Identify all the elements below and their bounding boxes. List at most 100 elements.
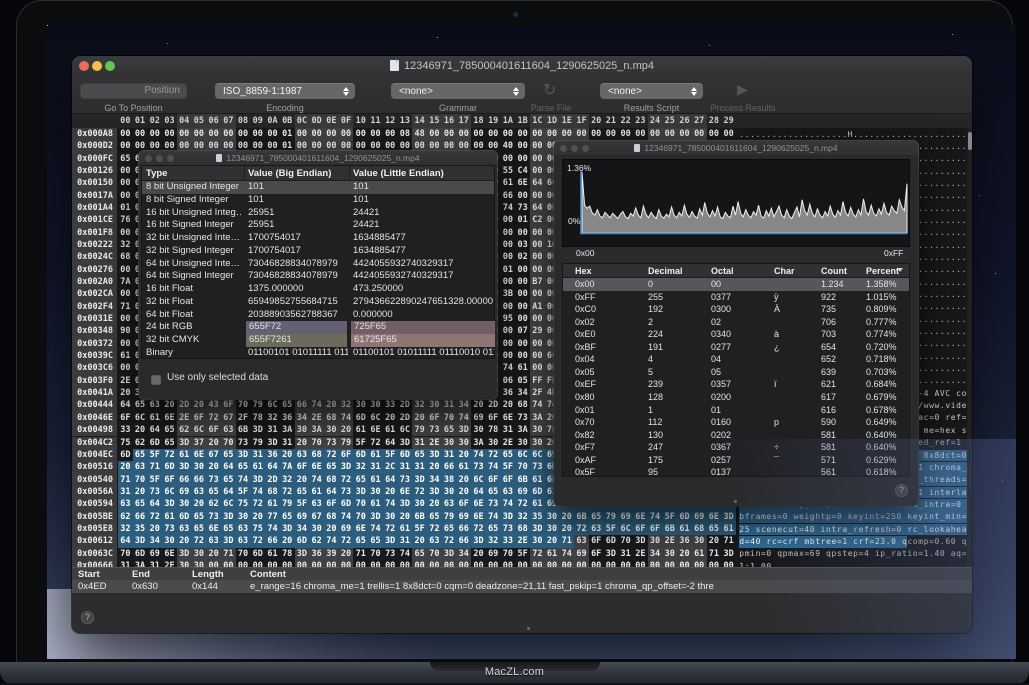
hex-byte[interactable]: 62: [309, 535, 324, 547]
hex-byte[interactable]: 61: [721, 523, 736, 535]
ascii-char[interactable]: 0: [940, 548, 945, 560]
ascii-char[interactable]: [772, 462, 777, 474]
ascii-char[interactable]: t: [934, 499, 939, 511]
hex-byte[interactable]: 65: [427, 511, 442, 523]
inspector-row[interactable]: 16 bit Float1375.000000473.250000: [142, 283, 494, 296]
ascii-char[interactable]: 2: [885, 511, 890, 523]
ascii-char[interactable]: a: [945, 474, 950, 486]
hex-byte[interactable]: 65: [162, 424, 177, 436]
ascii-char[interactable]: .: [950, 561, 955, 567]
hex-byte[interactable]: 00: [501, 128, 516, 140]
hex-byte[interactable]: 65: [192, 523, 207, 535]
hex-byte[interactable]: 20: [383, 486, 398, 498]
hex-byte[interactable]: 79: [280, 498, 295, 510]
ascii-char[interactable]: 0: [766, 548, 771, 560]
hex-byte[interactable]: 38: [648, 449, 663, 461]
use-selected-data-checkbox[interactable]: [151, 375, 161, 385]
hex-byte[interactable]: 20: [206, 548, 221, 560]
hex-byte[interactable]: 33: [383, 399, 398, 411]
ascii-pane[interactable]: cqm=0 deadzone=21,11 fast_pskip=1 chroma…: [739, 461, 967, 473]
ascii-char[interactable]: 0: [961, 450, 966, 462]
ascii-char[interactable]: t: [902, 548, 907, 560]
hex-byte[interactable]: 3D: [221, 511, 236, 523]
hex-byte[interactable]: 79: [339, 437, 354, 449]
hex-byte[interactable]: 00: [383, 560, 398, 567]
ascii-char[interactable]: .: [875, 561, 880, 567]
ascii-char[interactable]: .: [929, 561, 934, 567]
ascii-char[interactable]: m: [902, 437, 907, 449]
hex-byte[interactable]: 00: [118, 190, 133, 202]
ascii-char[interactable]: r: [799, 487, 804, 499]
ascii-char[interactable]: 0: [896, 524, 901, 536]
hex-byte[interactable]: 6F: [589, 548, 604, 560]
ascii-char[interactable]: [864, 474, 869, 486]
ascii-pane[interactable]: 1 sliced_threads=0 nr=0 decimate=1 inter…: [739, 486, 967, 498]
scrollbar-thumb[interactable]: [968, 132, 972, 150]
inspector-row[interactable]: Binary01100101 01011111 011101100101 010…: [142, 347, 494, 360]
ascii-char[interactable]: c: [772, 536, 777, 548]
hex-byte[interactable]: 00: [427, 560, 442, 567]
hist-col-hex[interactable]: Hex: [575, 264, 592, 278]
hex-byte[interactable]: 61: [177, 449, 192, 461]
hex-byte[interactable]: 20: [545, 535, 560, 547]
ascii-char[interactable]: q: [956, 548, 961, 560]
ascii-char[interactable]: =: [913, 487, 918, 499]
ascii-char[interactable]: 1: [956, 437, 961, 449]
ascii-char[interactable]: i: [907, 548, 912, 560]
ascii-char[interactable]: .: [961, 240, 966, 252]
panel-resize-grip-icon[interactable]: [734, 500, 737, 503]
ascii-char[interactable]: e: [875, 524, 880, 536]
hex-byte[interactable]: 61: [721, 486, 736, 498]
ascii-char[interactable]: e: [913, 511, 918, 523]
hex-byte[interactable]: 20: [677, 548, 692, 560]
ascii-char[interactable]: .: [826, 561, 831, 567]
hex-byte[interactable]: 6F: [677, 461, 692, 473]
hex-byte[interactable]: 79: [250, 399, 265, 411]
ascii-char[interactable]: n: [809, 462, 814, 474]
ascii-char[interactable]: s: [772, 474, 777, 486]
hex-byte[interactable]: 66: [456, 535, 471, 547]
hex-byte[interactable]: 6B: [662, 523, 677, 535]
ascii-char[interactable]: o: [815, 499, 820, 511]
hex-byte[interactable]: 72: [471, 523, 486, 535]
hex-byte[interactable]: 64: [471, 486, 486, 498]
hex-byte[interactable]: 00: [118, 288, 133, 300]
hex-byte[interactable]: 6F: [162, 474, 177, 486]
ascii-char[interactable]: 4: [934, 548, 939, 560]
hex-byte[interactable]: 05: [515, 375, 530, 387]
ascii-char[interactable]: t: [869, 450, 874, 462]
ascii-char[interactable]: [804, 474, 809, 486]
hist-col-count[interactable]: Count: [821, 264, 847, 278]
ascii-char[interactable]: a: [831, 450, 836, 462]
ascii-char[interactable]: t: [875, 511, 880, 523]
ascii-char[interactable]: 2: [875, 536, 880, 548]
hex-byte[interactable]: 20: [324, 399, 339, 411]
hex-byte[interactable]: 31: [398, 535, 413, 547]
hex-byte[interactable]: 3D: [442, 548, 457, 560]
ascii-char[interactable]: =: [799, 524, 804, 536]
hex-byte[interactable]: 72: [530, 548, 545, 560]
ascii-char[interactable]: .: [804, 561, 809, 567]
ascii-char[interactable]: _: [750, 474, 755, 486]
hex-byte[interactable]: 72: [574, 523, 589, 535]
grammar-dropdown[interactable]: <none>: [391, 83, 525, 99]
hex-byte[interactable]: 00: [530, 560, 545, 567]
ascii-char[interactable]: 6: [809, 548, 814, 560]
ascii-char[interactable]: =: [961, 474, 966, 486]
ascii-char[interactable]: [961, 437, 966, 449]
hex-byte[interactable]: 36: [265, 449, 280, 461]
hex-byte[interactable]: 43: [206, 399, 221, 411]
ascii-char[interactable]: =: [858, 548, 863, 560]
hex-byte[interactable]: 6D: [339, 498, 354, 510]
hex-byte[interactable]: 3D: [177, 437, 192, 449]
ascii-char[interactable]: p: [777, 437, 782, 449]
ascii-char[interactable]: q: [739, 474, 744, 486]
hex-byte[interactable]: 3D: [471, 535, 486, 547]
hex-byte[interactable]: 2F: [236, 412, 251, 424]
ascii-char[interactable]: q: [750, 462, 755, 474]
hex-byte[interactable]: 3D: [353, 486, 368, 498]
hex-byte[interactable]: 00: [515, 301, 530, 313]
ascii-char[interactable]: m: [826, 450, 831, 462]
hex-byte[interactable]: 70: [442, 412, 457, 424]
hex-byte[interactable]: 61: [368, 449, 383, 461]
